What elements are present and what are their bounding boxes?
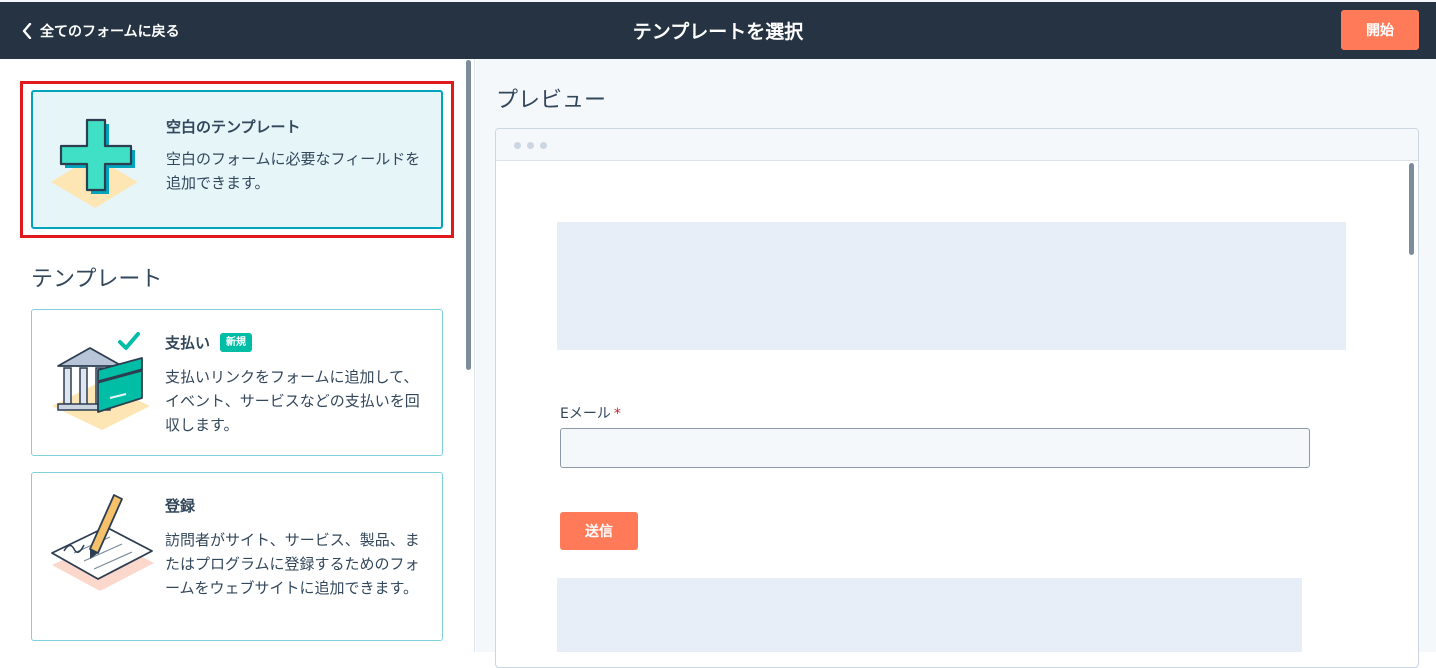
window-dot — [514, 142, 521, 149]
preview-scrollbar[interactable] — [1409, 163, 1414, 255]
header-placeholder — [557, 222, 1346, 350]
window-dot — [527, 142, 534, 149]
left-panel-scrollbar[interactable] — [466, 60, 471, 370]
required-marker: * — [613, 406, 621, 422]
submit-button[interactable]: 送信 — [560, 512, 638, 550]
payment-template-description: 支払いリンクをフォームに追加して、イベント、サービスなどの支払いを回収します。 — [165, 368, 420, 434]
registration-template-description: 訪問者がサイト、サービス、製品、またはプログラムに登録するためのフォームをウェブ… — [165, 531, 420, 597]
registration-template-title: 登録 — [165, 497, 196, 515]
window-dot — [540, 142, 547, 149]
templates-heading: テンプレート — [31, 267, 163, 292]
page-title: テンプレートを選択 — [632, 21, 804, 43]
start-button[interactable]: 開始 — [1341, 10, 1419, 50]
pen-paper-icon — [50, 491, 154, 599]
checkmark-icon — [116, 328, 142, 358]
top-bar: 全てのフォームに戻る テンプレートを選択 開始 — [0, 0, 1436, 59]
payment-template-title: 支払い — [165, 334, 211, 352]
browser-title-bar — [496, 129, 1418, 161]
new-badge: 新規 — [220, 333, 253, 352]
email-field-label: Eメール * — [560, 406, 621, 422]
footer-placeholder — [557, 578, 1302, 652]
selection-highlight — [20, 81, 454, 238]
payment-template-card[interactable]: 支払い 新規 支払いリンクをフォームに追加して、イベント、サービスなどの支払いを… — [31, 309, 443, 456]
preview-heading: プレビュー — [496, 88, 607, 113]
email-field[interactable] — [560, 428, 1310, 468]
registration-template-card[interactable]: 登録 訪問者がサイト、サービス、製品、またはプログラムに登録するためのフォームを… — [31, 472, 443, 641]
